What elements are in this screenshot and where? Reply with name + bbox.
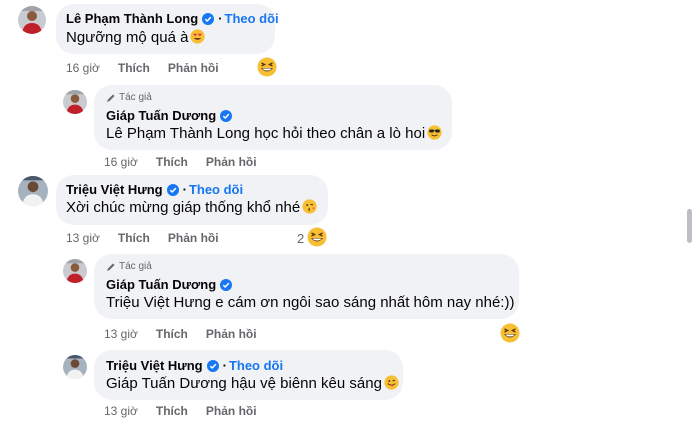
like-button[interactable]: Thích bbox=[156, 404, 188, 418]
avatar[interactable] bbox=[18, 6, 46, 34]
reply-button[interactable]: Phản hồi bbox=[168, 231, 219, 245]
comment-time[interactable]: 13 giờ bbox=[104, 327, 138, 341]
reaction-count[interactable]: 2 bbox=[297, 231, 304, 246]
tagged-user[interactable]: Triệu Việt Hưng bbox=[106, 294, 211, 311]
comment-header: Triệu Việt Hưng · Theo dõi bbox=[66, 182, 243, 197]
like-button[interactable]: Thích bbox=[118, 61, 150, 75]
like-button[interactable]: Thích bbox=[118, 231, 150, 245]
tongue-wink-emoji-icon bbox=[384, 375, 399, 390]
avatar[interactable] bbox=[63, 90, 87, 114]
like-button[interactable]: Thích bbox=[156, 327, 188, 341]
reply-button[interactable]: Phản hồi bbox=[206, 327, 257, 341]
separator-dot: · bbox=[218, 11, 223, 26]
comment-actions: 13 giờ Thích Phản hồi bbox=[104, 404, 257, 418]
reply-button[interactable]: Phản hồi bbox=[168, 61, 219, 75]
verified-badge-icon bbox=[167, 184, 179, 196]
separator-dot: · bbox=[222, 358, 227, 373]
comment-time[interactable]: 16 giờ bbox=[66, 61, 100, 75]
verified-badge-icon bbox=[202, 13, 214, 25]
avatar[interactable] bbox=[63, 259, 87, 283]
reply-button[interactable]: Phản hồi bbox=[206, 404, 257, 418]
comment-actions: 13 giờ Thích Phản hồi bbox=[104, 327, 257, 341]
comment-header: Giáp Tuấn Dương bbox=[106, 108, 232, 123]
comment-text: Triệu Việt Hưng e cám ơn ngôi sao sáng n… bbox=[106, 294, 515, 311]
follow-link[interactable]: Theo dõi bbox=[189, 182, 243, 197]
verified-badge-icon bbox=[220, 110, 232, 122]
comment-header: Giáp Tuấn Dương bbox=[106, 277, 232, 292]
comment-time[interactable]: 13 giờ bbox=[104, 404, 138, 418]
comment-header: Triệu Việt Hưng · Theo dõi bbox=[106, 358, 283, 373]
tagged-user[interactable]: Lê Phạm Thành Long bbox=[106, 125, 250, 142]
comment-time[interactable]: 13 giờ bbox=[66, 231, 100, 245]
heart-eyes-emoji-icon bbox=[190, 29, 205, 44]
comment-header: Lê Phạm Thành Long · Theo dõi bbox=[66, 11, 279, 26]
author-name[interactable]: Triệu Việt Hưng bbox=[66, 182, 163, 197]
pencil-icon bbox=[106, 262, 116, 272]
like-button[interactable]: Thích bbox=[156, 155, 188, 169]
comment-actions: 16 giờ Thích Phản hồi bbox=[104, 155, 257, 169]
scrollbar[interactable] bbox=[687, 209, 692, 243]
author-name[interactable]: Triệu Việt Hưng bbox=[106, 358, 203, 373]
reply-button[interactable]: Phản hồi bbox=[206, 155, 257, 169]
sunglasses-emoji-icon bbox=[427, 125, 442, 140]
kiss-wink-emoji-icon bbox=[302, 199, 317, 214]
follow-link[interactable]: Theo dõi bbox=[229, 358, 283, 373]
separator-dot: · bbox=[182, 182, 187, 197]
avatar[interactable] bbox=[63, 355, 87, 379]
author-tag: Tác giả bbox=[106, 92, 152, 103]
comment-actions: 16 giờ Thích Phản hồi bbox=[66, 61, 219, 75]
comment-time[interactable]: 16 giờ bbox=[104, 155, 138, 169]
tagged-user[interactable]: Giáp Tuấn Dương bbox=[106, 375, 227, 392]
comment-text: Xời chúc mừng giáp thống khổ nhé bbox=[66, 199, 317, 216]
author-name[interactable]: Giáp Tuấn Dương bbox=[106, 277, 216, 292]
comment-actions: 13 giờ Thích Phản hồi bbox=[66, 231, 219, 245]
comment-text: Giáp Tuấn Dương hậu vệ biênn kêu sáng bbox=[106, 375, 399, 392]
verified-badge-icon bbox=[220, 279, 232, 291]
author-tag: Tác giả bbox=[106, 261, 152, 272]
author-name[interactable]: Giáp Tuấn Dương bbox=[106, 108, 216, 123]
grin-squint-reaction-icon[interactable] bbox=[307, 227, 327, 247]
grin-squint-reaction-icon[interactable] bbox=[257, 57, 277, 77]
author-name[interactable]: Lê Phạm Thành Long bbox=[66, 11, 198, 26]
grin-squint-reaction-icon[interactable] bbox=[500, 323, 520, 343]
comment-text: Lê Phạm Thành Long học hỏi theo chân a l… bbox=[106, 125, 442, 142]
verified-badge-icon bbox=[207, 360, 219, 372]
avatar[interactable] bbox=[18, 176, 48, 206]
follow-link[interactable]: Theo dõi bbox=[225, 11, 279, 26]
comment-text: Ngưỡng mộ quá à bbox=[66, 29, 205, 46]
pencil-icon bbox=[106, 93, 116, 103]
